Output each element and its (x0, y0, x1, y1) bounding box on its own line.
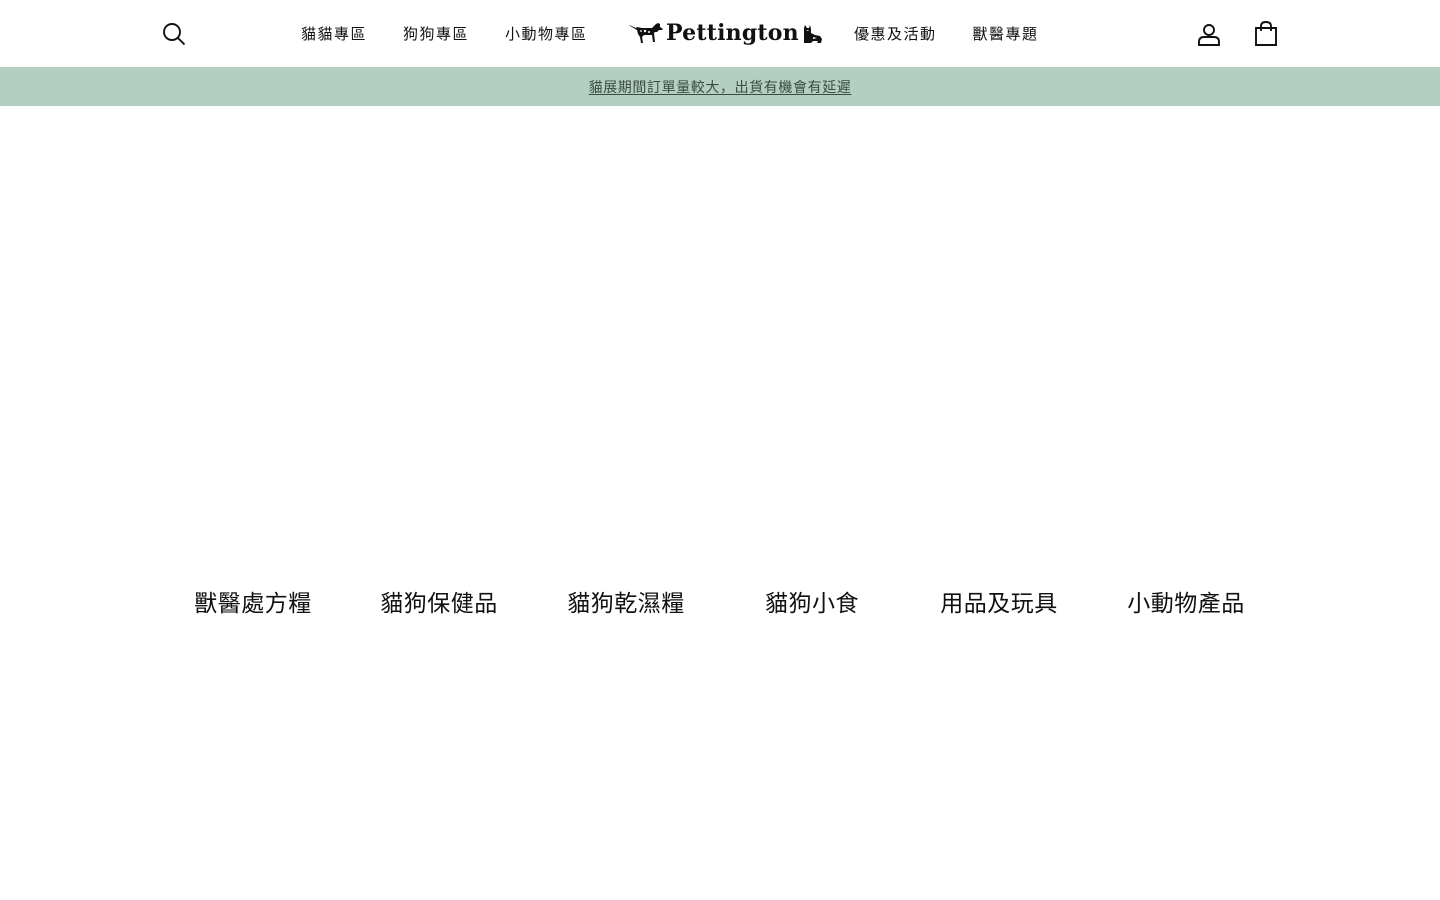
main-nav-right: 優惠及活動 獸醫專題 (854, 0, 1039, 67)
nav-item-dogs[interactable]: 狗狗專區 (403, 23, 469, 44)
site-header: 貓貓專區 狗狗專區 小動物專區 Pettington 優惠及活動 獸醫專題 (0, 0, 1440, 67)
category-supplies-toys[interactable]: 用品及玩具 (906, 584, 1092, 664)
category-small-animal-products[interactable]: 小動物產品 (1093, 584, 1279, 664)
category-label: 小動物產品 (1127, 591, 1245, 617)
search-icon (163, 23, 186, 46)
account-button[interactable] (1195, 20, 1223, 48)
hero-banner (0, 106, 1440, 584)
logo-text: Pettington (666, 20, 799, 46)
category-label: 貓狗乾濕糧 (567, 591, 685, 617)
category-label: 貓狗小食 (765, 591, 859, 617)
nav-item-vet-topics[interactable]: 獸醫專題 (973, 23, 1039, 44)
category-label: 用品及玩具 (940, 591, 1058, 617)
main-nav-left: 貓貓專區 狗狗專區 小動物專區 (301, 0, 588, 67)
nav-item-cats[interactable]: 貓貓專區 (301, 23, 367, 44)
search-button[interactable] (160, 20, 188, 48)
shopping-bag-icon (1255, 21, 1277, 46)
announcement-link[interactable]: 貓展期間訂單量較大，出貨有機會有延遲 (589, 77, 852, 97)
nav-item-small-animals[interactable]: 小動物專區 (505, 23, 588, 44)
category-dry-wet-food[interactable]: 貓狗乾濕糧 (533, 584, 719, 664)
nav-item-promotions[interactable]: 優惠及活動 (854, 23, 937, 44)
category-label: 貓狗保健品 (380, 591, 498, 617)
cart-button[interactable] (1252, 20, 1280, 48)
category-treats[interactable]: 貓狗小食 (719, 584, 905, 664)
announcement-bar: 貓展期間訂單量較大，出貨有機會有延遲 (0, 67, 1440, 106)
dog-logo-icon (629, 23, 663, 43)
category-prescription-diet[interactable]: 獸醫處方糧 (160, 584, 346, 664)
site-logo[interactable]: Pettington (628, 17, 823, 49)
cat-logo-icon (803, 25, 822, 43)
user-icon (1198, 24, 1220, 46)
category-supplements[interactable]: 貓狗保健品 (346, 584, 532, 664)
category-label: 獸醫處方糧 (194, 591, 312, 617)
category-row: 獸醫處方糧 貓狗保健品 貓狗乾濕糧 貓狗小食 用品及玩具 小動物產品 (0, 584, 1440, 664)
